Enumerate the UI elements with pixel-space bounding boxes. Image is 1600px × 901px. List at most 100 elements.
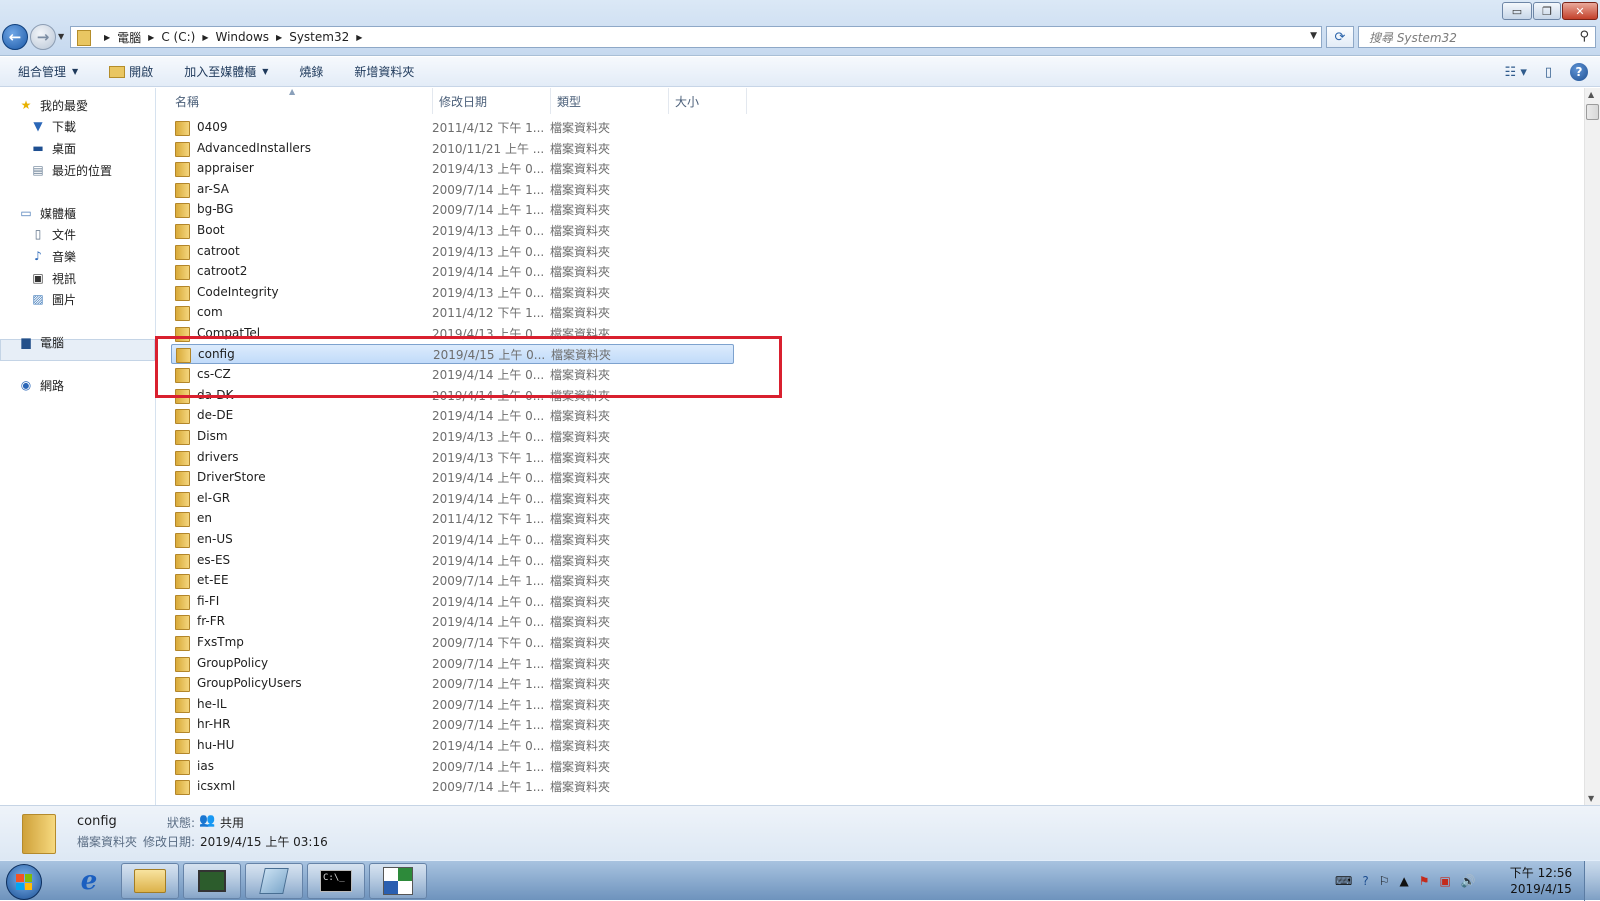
- breadcrumb-computer[interactable]: 電腦: [117, 29, 141, 46]
- maximize-button[interactable]: ❐: [1533, 2, 1561, 20]
- taskbar-remote-app[interactable]: [183, 863, 241, 899]
- table-row[interactable]: en 2011/4/12 下午 1... 檔案資料夾: [171, 508, 734, 528]
- taskbar-explorer[interactable]: [121, 863, 179, 899]
- network-error-icon[interactable]: ▣: [1439, 874, 1450, 888]
- table-row[interactable]: el-GR 2019/4/14 上午 0... 檔案資料夾: [171, 488, 734, 508]
- table-row[interactable]: de-DE 2019/4/14 上午 0... 檔案資料夾: [171, 405, 734, 425]
- breadcrumb-windows[interactable]: Windows: [215, 30, 269, 44]
- table-row[interactable]: GroupPolicy 2009/7/14 上午 1... 檔案資料夾: [171, 653, 734, 673]
- column-modified[interactable]: 修改日期: [433, 88, 551, 114]
- table-row[interactable]: hr-HR 2009/7/14 上午 1... 檔案資料夾: [171, 714, 734, 734]
- table-row[interactable]: DriverStore 2019/4/14 上午 0... 檔案資料夾: [171, 467, 734, 487]
- back-button[interactable]: ←: [2, 24, 28, 50]
- scroll-up-icon[interactable]: ▲: [1588, 90, 1594, 99]
- table-row[interactable]: Dism 2019/4/13 上午 0... 檔案資料夾: [171, 426, 734, 446]
- forward-button[interactable]: →: [30, 24, 56, 50]
- nav-documents[interactable]: ▯ 文件: [30, 224, 76, 244]
- minimize-button[interactable]: ▭: [1502, 2, 1532, 20]
- flag-error-icon[interactable]: ⚑: [1419, 874, 1430, 888]
- nav-pictures[interactable]: ▨ 圖片: [30, 289, 76, 309]
- keyboard-icon[interactable]: ⌨: [1335, 874, 1352, 888]
- table-row[interactable]: fr-FR 2019/4/14 上午 0... 檔案資料夾: [171, 611, 734, 631]
- search-icon[interactable]: ⚲: [1579, 29, 1589, 44]
- table-row[interactable]: 0409 2011/4/12 下午 1... 檔案資料夾: [171, 117, 734, 137]
- taskbar-app-puzzle[interactable]: [369, 863, 427, 899]
- table-row[interactable]: appraiser 2019/4/13 上午 0... 檔案資料夾: [171, 158, 734, 178]
- table-row[interactable]: com 2011/4/12 下午 1... 檔案資料夾: [171, 302, 734, 322]
- vertical-scrollbar[interactable]: ▲ ▼: [1584, 88, 1600, 805]
- address-field[interactable]: ▶ 電腦 ▶ C (C:) ▶ Windows ▶ System32 ▶ ▼: [70, 26, 1322, 48]
- table-row[interactable]: fi-FI 2019/4/14 上午 0... 檔案資料夾: [171, 591, 734, 611]
- table-row[interactable]: et-EE 2009/7/14 上午 1... 檔案資料夾: [171, 570, 734, 590]
- change-view-icon[interactable]: ☷ ▾: [1505, 65, 1527, 80]
- chevron-right-icon[interactable]: ▶: [202, 33, 208, 42]
- taskbar-internet-explorer[interactable]: e: [60, 863, 118, 899]
- file-type: 檔案資料夾: [550, 450, 611, 465]
- chevron-right-icon[interactable]: ▶: [356, 33, 362, 42]
- nav-computer[interactable]: ▆ 電腦: [18, 332, 64, 352]
- open-button[interactable]: 開啟: [91, 63, 166, 80]
- table-row[interactable]: cs-CZ 2019/4/14 上午 0... 檔案資料夾: [171, 364, 734, 384]
- table-row[interactable]: he-IL 2009/7/14 上午 1... 檔案資料夾: [171, 694, 734, 714]
- table-row[interactable]: Boot 2019/4/13 上午 0... 檔案資料夾: [171, 220, 734, 240]
- table-row[interactable]: CodeIntegrity 2019/4/13 上午 0... 檔案資料夾: [171, 282, 734, 302]
- add-to-library-button[interactable]: 加入至媒體櫃 ▼: [166, 63, 281, 80]
- table-row[interactable]: hu-HU 2019/4/14 上午 0... 檔案資料夾: [171, 735, 734, 755]
- refresh-button[interactable]: ⟳: [1326, 26, 1354, 48]
- action-center-icon[interactable]: ⚐: [1379, 874, 1390, 888]
- nav-downloads[interactable]: ▼ 下載: [30, 116, 76, 136]
- new-folder-button[interactable]: 新增資料夾: [336, 63, 427, 80]
- nav-favorites[interactable]: ★ 我的最愛: [18, 95, 88, 115]
- address-dropdown-icon[interactable]: ▼: [1310, 31, 1317, 41]
- scroll-down-icon[interactable]: ▼: [1588, 794, 1594, 803]
- table-row[interactable]: ias 2009/7/14 上午 1... 檔案資料夾: [171, 756, 734, 776]
- table-row[interactable]: catroot2 2019/4/14 上午 0... 檔案資料夾: [171, 261, 734, 281]
- table-row[interactable]: da-DK 2019/4/14 上午 0... 檔案資料夾: [171, 385, 734, 405]
- table-row[interactable]: drivers 2019/4/13 下午 1... 檔案資料夾: [171, 447, 734, 467]
- table-row[interactable]: GroupPolicyUsers 2009/7/14 上午 1... 檔案資料夾: [171, 673, 734, 693]
- column-type[interactable]: 類型: [551, 88, 669, 114]
- start-button[interactable]: [6, 864, 42, 900]
- table-row[interactable]: en-US 2019/4/14 上午 0... 檔案資料夾: [171, 529, 734, 549]
- nav-music[interactable]: ♪ 音樂: [30, 246, 76, 266]
- breadcrumb-system32[interactable]: System32: [289, 30, 349, 44]
- chevron-right-icon[interactable]: ▶: [148, 33, 154, 42]
- nav-videos[interactable]: ▣ 視訊: [30, 268, 76, 288]
- show-desktop-button[interactable]: [1584, 861, 1600, 901]
- help-tray-icon[interactable]: ?: [1362, 874, 1368, 888]
- burn-button[interactable]: 燒錄: [281, 63, 336, 80]
- taskbar-command-prompt[interactable]: C:\_: [307, 863, 365, 899]
- taskbar-app-book[interactable]: [245, 863, 303, 899]
- clock[interactable]: 下午 12:56 2019/4/15: [1505, 865, 1577, 897]
- table-row[interactable]: bg-BG 2009/7/14 上午 1... 檔案資料夾: [171, 199, 734, 219]
- file-modified: 2019/4/15 上午 0...: [433, 347, 546, 362]
- table-row[interactable]: CompatTel 2019/4/13 上午 0... 檔案資料夾: [171, 323, 734, 343]
- organize-button[interactable]: 組合管理 ▼: [0, 63, 91, 80]
- table-row[interactable]: es-ES 2019/4/14 上午 0... 檔案資料夾: [171, 550, 734, 570]
- chevron-right-icon[interactable]: ▶: [276, 33, 282, 42]
- breadcrumb-c-drive[interactable]: C (C:): [161, 30, 195, 44]
- show-hidden-icons-icon[interactable]: ▲: [1399, 874, 1408, 888]
- close-button[interactable]: ✕: [1562, 2, 1598, 20]
- nav-network[interactable]: ◉ 網路: [18, 375, 64, 395]
- help-icon[interactable]: ?: [1570, 63, 1588, 81]
- column-name[interactable]: ▲ 名稱: [157, 88, 433, 114]
- table-row[interactable]: AdvancedInstallers 2010/11/21 上午 ... 檔案資料夾: [171, 138, 734, 158]
- scrollbar-thumb[interactable]: [1586, 104, 1599, 120]
- search-input[interactable]: 搜尋 System32 ⚲: [1358, 26, 1596, 48]
- nav-recent[interactable]: ▤ 最近的位置: [30, 160, 112, 180]
- table-row[interactable]: icsxml 2009/7/14 上午 1... 檔案資料夾: [171, 776, 734, 796]
- command-prompt-icon: C:\_: [320, 870, 352, 892]
- recent-pages-dropdown[interactable]: ▼: [58, 32, 64, 41]
- table-row[interactable]: FxsTmp 2009/7/14 下午 0... 檔案資料夾: [171, 632, 734, 652]
- volume-icon[interactable]: 🔊: [1461, 874, 1476, 888]
- table-row[interactable]: ar-SA 2009/7/14 上午 1... 檔案資料夾: [171, 179, 734, 199]
- table-row[interactable]: catroot 2019/4/13 上午 0... 檔案資料夾: [171, 241, 734, 261]
- chevron-right-icon[interactable]: ▶: [104, 33, 110, 42]
- preview-pane-icon[interactable]: ▯: [1545, 65, 1552, 80]
- column-size[interactable]: 大小: [669, 88, 747, 114]
- file-type: 檔案資料夾: [550, 470, 611, 485]
- table-row[interactable]: config 2019/4/15 上午 0... 檔案資料夾: [171, 344, 734, 364]
- nav-libraries[interactable]: ▭ 媒體櫃: [18, 203, 76, 223]
- nav-desktop[interactable]: ▬ 桌面: [30, 138, 76, 158]
